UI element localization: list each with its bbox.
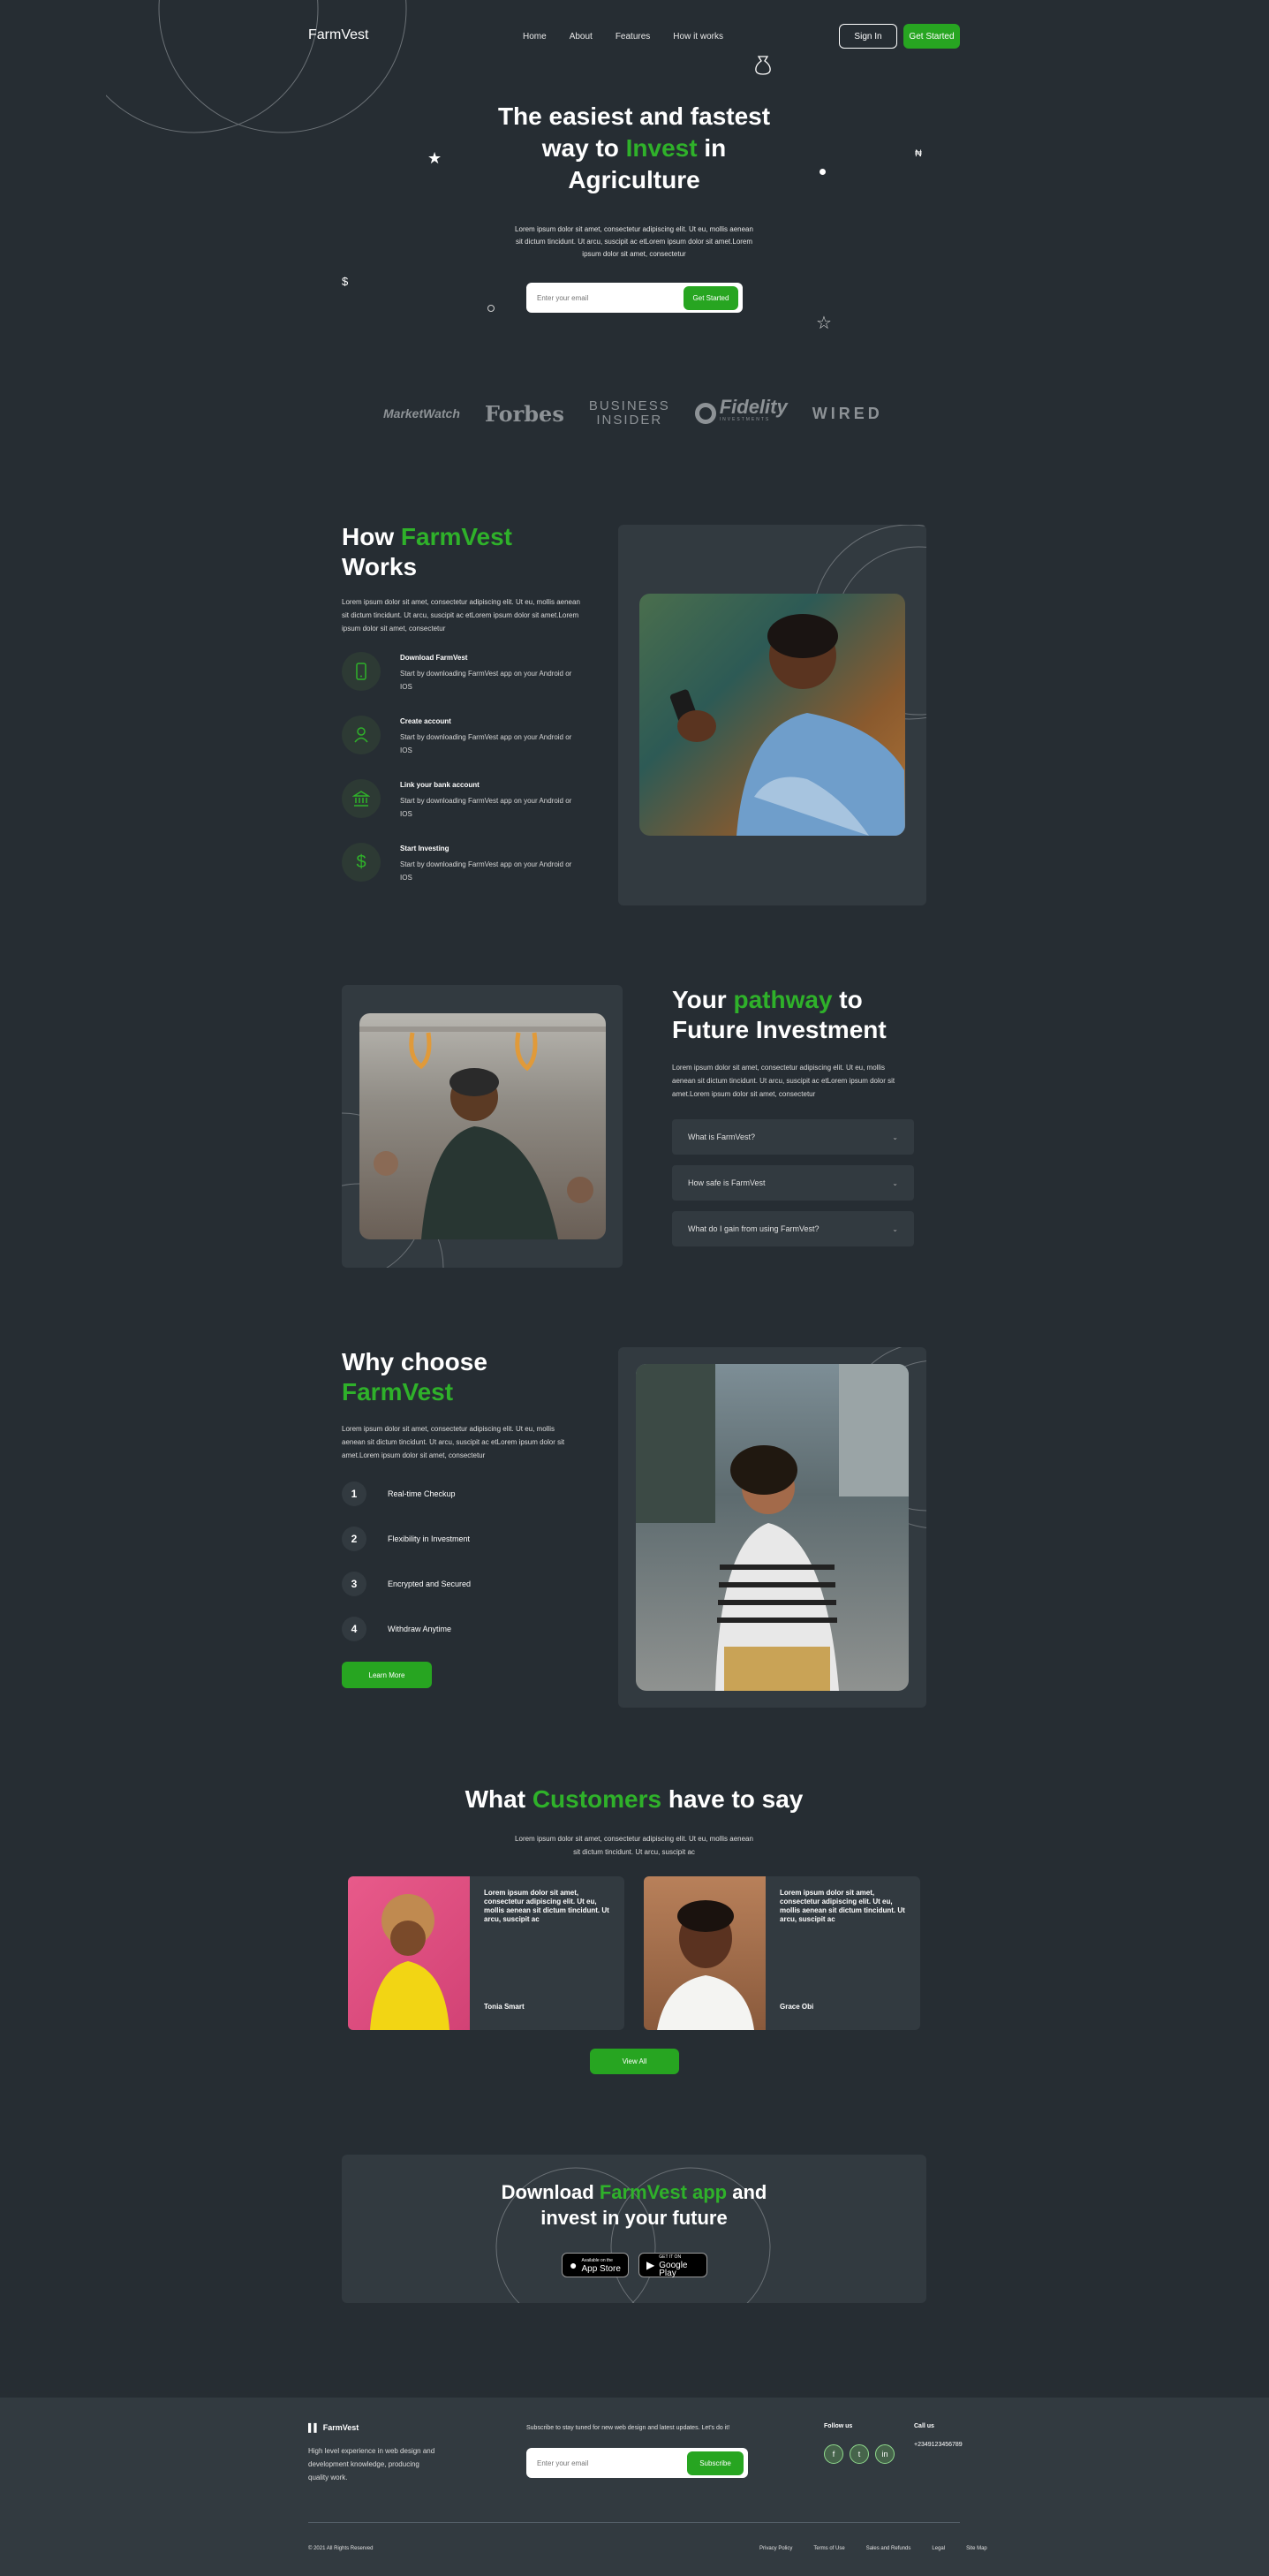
- nav-get-started-button[interactable]: Get Started: [903, 24, 960, 49]
- subscribe-email-input[interactable]: [537, 2459, 669, 2467]
- call-us-label: Call us: [914, 2423, 934, 2429]
- phone-number[interactable]: +2349123456789: [914, 2442, 963, 2448]
- pathway-image-panel: [342, 985, 623, 1268]
- twitter-icon[interactable]: t: [850, 2444, 869, 2464]
- linkedin-icon[interactable]: in: [875, 2444, 895, 2464]
- why-title: Why choose FarmVest: [342, 1348, 487, 1405]
- terms-link[interactable]: Terms of Use: [813, 2546, 844, 2551]
- how-it-works-title: How FarmVest Works: [342, 523, 512, 580]
- footer-divider: [308, 2522, 960, 2523]
- testimonial-text: Lorem ipsum dolor sit amet, consectetur …: [780, 1889, 905, 1923]
- testimonial-name: Grace Obi: [780, 2003, 814, 2011]
- user-icon: [342, 716, 381, 754]
- subscribe-button[interactable]: Subscribe: [687, 2451, 744, 2475]
- testimonials-subtitle: Lorem ipsum dolor sit amet, consectetur …: [515, 1835, 753, 1856]
- testimonial-photo: [644, 1876, 766, 2030]
- footer: ▌▌ FarmVest High level experience in web …: [0, 2398, 1269, 2576]
- testimonial-card: Lorem ipsum dolor sit amet, consectetur …: [348, 1876, 624, 2030]
- dollar-icon: $: [342, 843, 381, 882]
- google-play-icon: ▶: [646, 2259, 655, 2271]
- sign-in-button[interactable]: Sign In: [839, 24, 897, 49]
- testimonial-name: Tonia Smart: [484, 2003, 525, 2011]
- step-download: Download FarmVest Start by downloading Fa…: [342, 652, 577, 693]
- site-map-link[interactable]: Site Map: [966, 2546, 987, 2551]
- dollar-icon: $: [342, 275, 349, 288]
- nav-how-it-works[interactable]: How it works: [673, 32, 723, 42]
- reason-3: 3 Encrypted and Secured: [342, 1572, 471, 1596]
- testimonials-title: What Customers have to say: [465, 1785, 804, 1813]
- faq-how-safe[interactable]: How safe is FarmVest ⌄: [672, 1165, 914, 1201]
- nav-features[interactable]: Features: [616, 32, 650, 42]
- footer-logo[interactable]: ▌▌ FarmVest: [308, 2423, 359, 2432]
- faq-what-is-farmvest[interactable]: What is FarmVest? ⌄: [672, 1119, 914, 1155]
- man-on-train-photo: [359, 1013, 606, 1239]
- bank-icon: [342, 779, 381, 818]
- testimonial-photo: [348, 1876, 470, 2030]
- sales-refunds-link[interactable]: Sales and Refunds: [866, 2546, 911, 2551]
- ring-decoration: [487, 305, 495, 312]
- logo-icon: ▌▌: [308, 2423, 320, 2432]
- forbes-logo: Forbes: [484, 400, 564, 427]
- follow-us-label: Follow us: [824, 2423, 853, 2429]
- why-image-panel: [618, 1347, 926, 1708]
- nav-home[interactable]: Home: [523, 32, 547, 42]
- reason-1: 1 Real-time Checkup: [342, 1481, 456, 1506]
- learn-more-button[interactable]: Learn More: [342, 1662, 432, 1688]
- wired-logo: WIRED: [812, 404, 883, 422]
- footer-about: High level experience in web design and …: [308, 2447, 435, 2481]
- legal-link[interactable]: Legal: [932, 2546, 945, 2551]
- social-links: f t in: [824, 2444, 895, 2464]
- how-it-works-body: Lorem ipsum dolor sit amet, consectetur …: [342, 598, 580, 633]
- hero-email-input[interactable]: [537, 293, 669, 302]
- faq-what-do-i-gain[interactable]: What do I gain from using FarmVest? ⌄: [672, 1211, 914, 1246]
- reason-4: 4 Withdraw Anytime: [342, 1617, 451, 1641]
- testimonial-card: Lorem ipsum dolor sit amet, consectetur …: [644, 1876, 920, 2030]
- subscribe-text: Subscribe to stay tuned for new web desi…: [526, 2425, 730, 2431]
- phone-icon: [342, 652, 381, 691]
- woman-with-phone-photo: [636, 1364, 909, 1691]
- press-logos: MarketWatch Forbes BUSINESS INSIDER Fidel…: [383, 398, 883, 428]
- apple-icon: ●: [570, 2258, 578, 2272]
- star-outline-icon: ☆: [816, 314, 832, 333]
- main-nav: Home About Features How it works: [523, 32, 723, 42]
- facebook-icon[interactable]: f: [824, 2444, 843, 2464]
- chevron-down-icon: ⌄: [892, 1133, 898, 1141]
- why-body: Lorem ipsum dolor sit amet, consectetur …: [342, 1425, 565, 1459]
- hero-subtitle: Lorem ipsum dolor sit amet, consectetur …: [515, 225, 753, 258]
- step-create-account: Create account Start by downloading FarmV…: [342, 716, 577, 757]
- testimonial-text: Lorem ipsum dolor sit amet, consectetur …: [484, 1889, 609, 1923]
- footer-links: Privacy Policy Terms of Use Sales and Re…: [759, 2546, 987, 2551]
- decorative-circles: [106, 0, 407, 133]
- google-play-button[interactable]: ▶ GET IT ON Google Play: [638, 2253, 707, 2277]
- view-all-button[interactable]: View All: [590, 2049, 679, 2074]
- pathway-title: Your pathway to Future Investment: [672, 986, 887, 1043]
- chevron-down-icon: ⌄: [892, 1178, 898, 1187]
- nav-about[interactable]: About: [570, 32, 593, 42]
- subscribe-form: Subscribe: [526, 2448, 748, 2478]
- reason-2: 2 Flexibility in Investment: [342, 1527, 470, 1551]
- logo[interactable]: FarmVest: [308, 27, 368, 43]
- man-with-phone-photo: [639, 594, 905, 836]
- download-panel: Download FarmVest app and invest in your…: [342, 2155, 926, 2303]
- pathway-body: Lorem ipsum dolor sit amet, consectetur …: [672, 1064, 895, 1098]
- download-title: Download FarmVest app and invest in your…: [501, 2181, 767, 2229]
- business-insider-logo: BUSINESS INSIDER: [588, 398, 670, 428]
- fidelity-logo: Fidelity INVESTMENTS: [694, 398, 788, 426]
- app-store-button[interactable]: ● Available on the App Store: [562, 2253, 629, 2277]
- hero-get-started-button[interactable]: Get Started: [684, 285, 738, 310]
- privacy-policy-link[interactable]: Privacy Policy: [759, 2546, 792, 2551]
- marketwatch-logo: MarketWatch: [383, 406, 460, 420]
- naira-icon: ₦: [915, 148, 922, 159]
- step-start-investing: $ Start Investing Start by downloading Fa…: [342, 843, 577, 884]
- how-it-works-image-panel: [618, 525, 926, 905]
- step-link-bank: Link your bank account Start by downloadi…: [342, 779, 577, 821]
- hero-email-form: Get Started: [526, 283, 743, 313]
- hero-title: The easiest and fastest way to Invest in…: [497, 102, 771, 193]
- copyright: © 2021 All Rights Reserved: [308, 2546, 374, 2551]
- money-bag-icon: [755, 56, 771, 75]
- chevron-down-icon: ⌄: [892, 1224, 898, 1233]
